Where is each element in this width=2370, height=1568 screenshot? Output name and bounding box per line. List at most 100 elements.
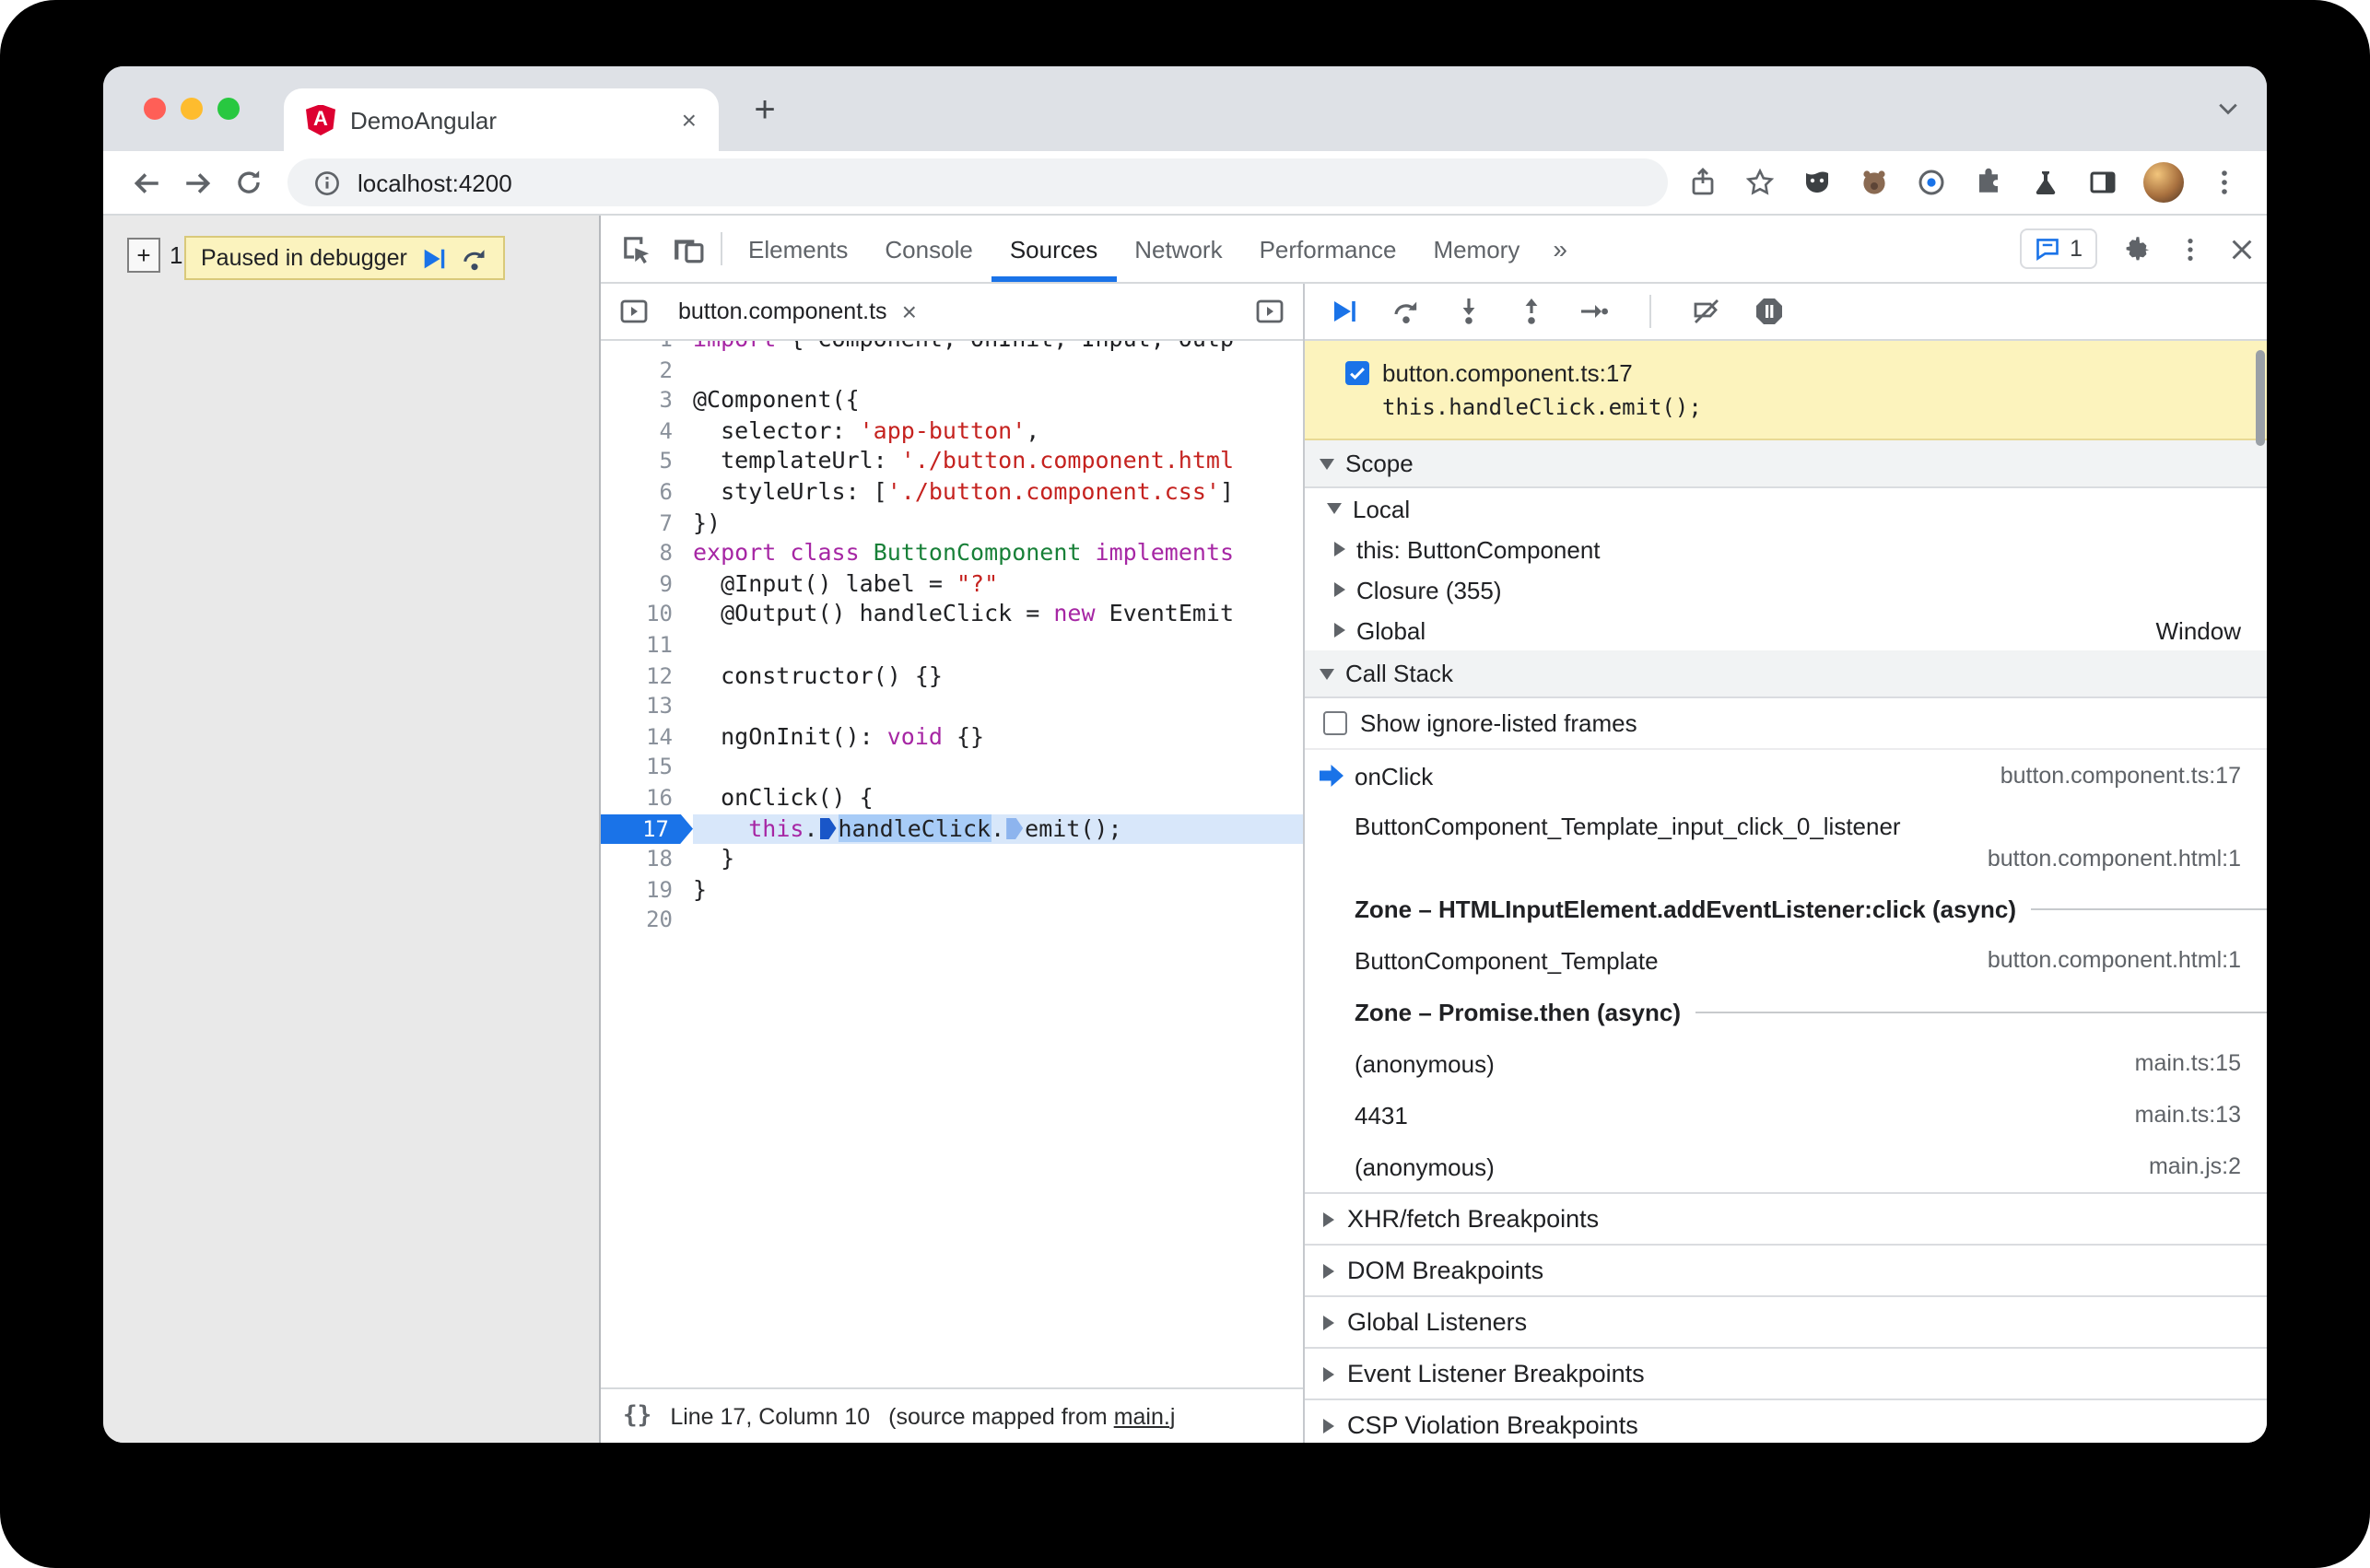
show-ignore-listed-frames[interactable]: Show ignore-listed frames: [1305, 698, 2267, 750]
line-number-gutter[interactable]: 14: [601, 721, 693, 752]
extension-flask-icon[interactable]: [2029, 166, 2062, 199]
triangle-collapsed-icon[interactable]: [1334, 623, 1345, 638]
line-number-gutter[interactable]: 13: [601, 691, 693, 721]
line-number-gutter[interactable]: 9: [601, 569, 693, 600]
source-map-link[interactable]: main.j: [1114, 1403, 1176, 1429]
url-text[interactable]: localhost:4200: [358, 169, 512, 196]
pause-on-exceptions-icon[interactable]: [1754, 297, 1784, 326]
step-into-icon[interactable]: [1454, 297, 1484, 326]
line-number-gutter[interactable]: 18: [601, 844, 693, 874]
call-stack-frame[interactable]: onClick button.component.ts:17: [1305, 750, 2267, 802]
close-window-button[interactable]: [144, 98, 166, 120]
line-number-gutter[interactable]: 8: [601, 538, 693, 568]
line-number-gutter[interactable]: 16: [601, 783, 693, 813]
call-stack-frame[interactable]: (anonymous) main.js:2: [1305, 1141, 2267, 1192]
browser-menu-icon[interactable]: [2208, 166, 2241, 199]
call-stack-frame[interactable]: 4431 main.ts:13: [1305, 1089, 2267, 1141]
devtools-menu-icon[interactable]: [2164, 223, 2215, 275]
pretty-print-icon[interactable]: {}: [623, 1402, 651, 1430]
devtools-tab-network[interactable]: Network: [1116, 216, 1240, 282]
tab-search-chevron-icon[interactable]: [2215, 96, 2241, 122]
bookmark-star-icon[interactable]: [1743, 166, 1777, 199]
scope-row[interactable]: Global Window: [1305, 610, 2267, 650]
banner-resume-icon[interactable]: [420, 244, 448, 272]
section-xhr-fetch-breakpoints[interactable]: XHR/fetch Breakpoints: [1305, 1192, 2267, 1244]
line-number-gutter[interactable]: 4: [601, 416, 693, 447]
call-stack-frame[interactable]: (anonymous) main.ts:15: [1305, 1037, 2267, 1089]
triangle-collapsed-icon[interactable]: [1334, 582, 1345, 597]
line-number-gutter[interactable]: 11: [601, 630, 693, 661]
section-dom-breakpoints[interactable]: DOM Breakpoints: [1305, 1244, 2267, 1295]
scope-row[interactable]: this: ButtonComponent: [1305, 529, 2267, 569]
minimize-window-button[interactable]: [181, 98, 203, 120]
line-number-gutter[interactable]: 3: [601, 385, 693, 415]
file-tab[interactable]: button.component.ts ×: [660, 284, 935, 339]
devtools-tab-elements[interactable]: Elements: [730, 216, 866, 282]
line-number-gutter[interactable]: 10: [601, 600, 693, 630]
devtools-tab-performance[interactable]: Performance: [1241, 216, 1415, 282]
inspect-element-icon[interactable]: [610, 223, 662, 275]
call-stack-frame[interactable]: ButtonComponent_Template button.component…: [1305, 934, 2267, 986]
section-event-listener-breakpoints[interactable]: Event Listener Breakpoints: [1305, 1347, 2267, 1398]
section-csp-violation-breakpoints[interactable]: CSP Violation Breakpoints: [1305, 1398, 2267, 1443]
forward-button[interactable]: [173, 158, 221, 206]
reload-button[interactable]: [225, 158, 273, 206]
file-tab-close-icon[interactable]: ×: [902, 297, 917, 326]
tab-close-icon[interactable]: ×: [682, 105, 697, 135]
side-panel-icon[interactable]: [2086, 166, 2119, 199]
ignore-listed-checkbox[interactable]: [1323, 711, 1347, 735]
breakpoint-checkbox[interactable]: [1345, 361, 1369, 385]
inline-eval-marker-icon[interactable]: [1006, 817, 1024, 839]
extension-privacy-badge-icon[interactable]: [1915, 166, 1948, 199]
step-out-icon[interactable]: [1517, 297, 1546, 326]
devtools-tab-console[interactable]: Console: [866, 216, 991, 282]
line-number-gutter[interactable]: 7: [601, 508, 693, 538]
inline-eval-marker-icon[interactable]: [819, 817, 837, 839]
devtools-tab-sources[interactable]: Sources: [991, 216, 1116, 282]
profile-avatar[interactable]: [2143, 162, 2184, 203]
step-icon[interactable]: [1579, 297, 1609, 326]
line-number-gutter[interactable]: 2: [601, 355, 693, 385]
extension-animal-icon[interactable]: [1858, 166, 1891, 199]
scope-row[interactable]: Local: [1305, 488, 2267, 529]
line-number-gutter[interactable]: 12: [601, 661, 693, 691]
scope-section-header[interactable]: Scope: [1305, 440, 2267, 488]
banner-step-over-icon[interactable]: [461, 244, 488, 272]
site-info-icon[interactable]: [310, 166, 343, 199]
resume-script-icon[interactable]: [1329, 297, 1358, 326]
line-number-gutter[interactable]: 17: [601, 813, 693, 844]
issues-button[interactable]: 1: [2020, 228, 2097, 269]
fullscreen-window-button[interactable]: [217, 98, 240, 120]
call-stack-section-header[interactable]: Call Stack: [1305, 650, 2267, 698]
triangle-collapsed-icon[interactable]: [1334, 542, 1345, 556]
show-navigator-icon[interactable]: [608, 286, 660, 337]
extensions-puzzle-icon[interactable]: [1972, 166, 2005, 199]
share-icon[interactable]: [1686, 166, 1719, 199]
call-stack-frame[interactable]: ButtonComponent_Template_input_click_0_l…: [1305, 802, 2267, 883]
editor-overflow-icon[interactable]: [1244, 286, 1296, 337]
devtools-close-icon[interactable]: [2215, 223, 2267, 275]
line-number-gutter[interactable]: 6: [601, 477, 693, 508]
line-number-gutter[interactable]: 15: [601, 753, 693, 783]
extension-mask-icon[interactable]: [1801, 166, 1834, 199]
step-over-icon[interactable]: [1391, 297, 1421, 326]
line-number-gutter[interactable]: 5: [601, 447, 693, 477]
line-number-gutter[interactable]: 20: [601, 906, 693, 936]
back-button[interactable]: [122, 158, 170, 206]
address-bar[interactable]: localhost:4200: [287, 158, 1668, 206]
line-number-gutter[interactable]: 1: [601, 341, 693, 355]
line-number-gutter[interactable]: 19: [601, 874, 693, 905]
device-toolbar-icon[interactable]: [662, 223, 713, 275]
section-global-listeners[interactable]: Global Listeners: [1305, 1295, 2267, 1347]
triangle-expanded-icon[interactable]: [1327, 503, 1342, 514]
new-tab-button[interactable]: +: [741, 87, 789, 135]
sidebar-scrollbar[interactable]: [2256, 350, 2265, 446]
more-panels-button[interactable]: »: [1538, 216, 1582, 282]
code-editor[interactable]: 1import { Component, OnInit, Input, Outp…: [601, 341, 1303, 1387]
devtools-tab-memory[interactable]: Memory: [1414, 216, 1538, 282]
settings-gear-icon[interactable]: [2112, 223, 2164, 275]
browser-tab[interactable]: A DemoAngular ×: [284, 88, 719, 151]
scope-row[interactable]: Closure (355): [1305, 569, 2267, 610]
breakpoint-location[interactable]: button.component.ts:17: [1382, 359, 1633, 387]
deactivate-breakpoints-icon[interactable]: [1692, 297, 1721, 326]
